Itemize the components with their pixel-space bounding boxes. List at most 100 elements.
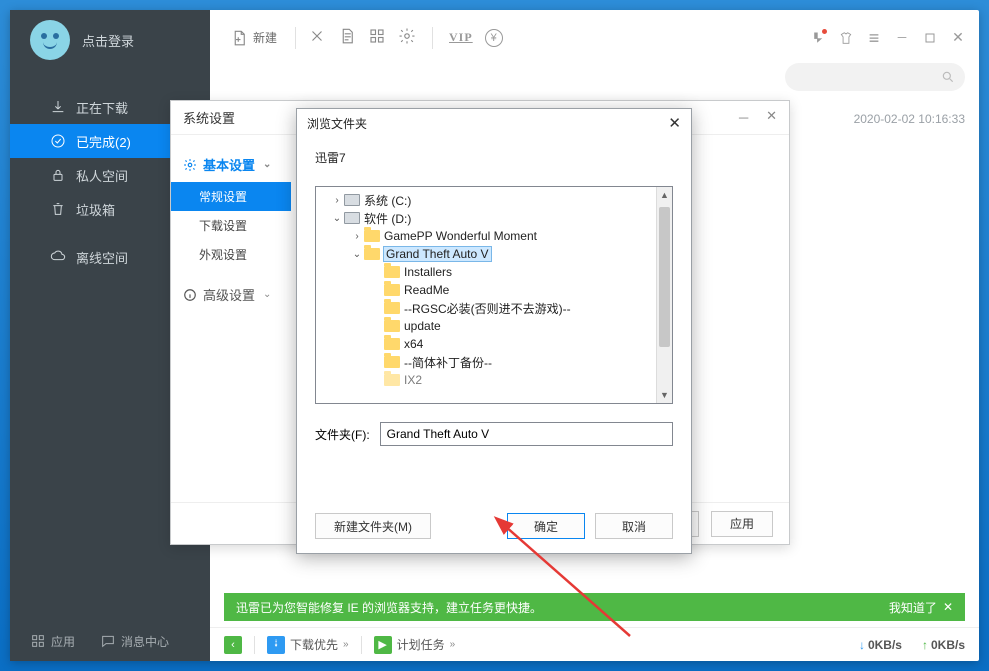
menu-chevron-icon[interactable]: ≡ xyxy=(867,31,881,45)
close-icon[interactable]: ✕ xyxy=(668,114,681,132)
close-icon[interactable]: ✕ xyxy=(766,108,777,127)
cat-label: 高级设置 xyxy=(203,285,255,304)
minimize-icon[interactable]: － xyxy=(895,31,909,45)
sidebar-label: 正在下载 xyxy=(76,98,128,117)
gear-icon[interactable] xyxy=(398,27,416,48)
speed-up-value: 0KB/s xyxy=(931,638,965,652)
maximize-icon[interactable] xyxy=(923,31,937,45)
bottom-msg[interactable]: 消息中心 xyxy=(100,633,169,650)
collapse-icon[interactable]: ⌄ xyxy=(350,249,364,260)
speed-down: ↓0KB/s xyxy=(859,638,902,652)
status-plan-label: 计划任务 xyxy=(397,636,445,653)
tree-label: ReadMe xyxy=(404,283,449,297)
tree-label: --RGSC必装(否则进不去游戏)-- xyxy=(404,300,571,317)
tree-item-rgsc[interactable]: --RGSC必装(否则进不去游戏)-- xyxy=(316,299,672,317)
sidebar-label: 垃圾箱 xyxy=(76,200,115,219)
tree-label: IX2 xyxy=(404,373,422,387)
tree-item-cnpatch[interactable]: --简体补丁备份-- xyxy=(316,353,672,371)
cancel-button[interactable]: 取消 xyxy=(595,513,673,539)
notification-icon[interactable] xyxy=(811,31,825,45)
apply-button[interactable]: 应用 xyxy=(711,511,773,537)
folder-icon xyxy=(384,338,400,350)
up-arrow-icon: ↑ xyxy=(922,638,928,652)
tree-item-more[interactable]: IX2 xyxy=(316,371,672,389)
bottom-apps[interactable]: 应用 xyxy=(30,633,75,650)
new-label: 新建 xyxy=(253,29,277,46)
tree-label: 软件 (D:) xyxy=(364,210,411,227)
settings-sub-download[interactable]: 下载设置 xyxy=(171,211,291,240)
scroll-up-icon[interactable]: ▲ xyxy=(657,187,672,203)
tree-item-installers[interactable]: Installers xyxy=(316,263,672,281)
folder-icon xyxy=(384,356,400,368)
file-date: 2020-02-02 10:16:33 xyxy=(854,112,965,126)
search-input[interactable] xyxy=(785,63,965,91)
gear-icon xyxy=(183,158,197,172)
sidebar-label: 离线空间 xyxy=(76,248,128,267)
ok-button[interactable]: 确定 xyxy=(507,513,585,539)
skin-icon[interactable] xyxy=(839,31,853,45)
grid-icon xyxy=(30,633,46,649)
new-folder-button[interactable]: 新建文件夹(M) xyxy=(315,513,431,539)
yen-icon[interactable]: ¥ xyxy=(485,29,503,47)
tip-ok[interactable]: 我知道了 ✕ xyxy=(889,599,953,616)
folder-icon xyxy=(384,266,400,278)
drive-icon xyxy=(344,194,360,206)
folder-input-row: 文件夹(F): xyxy=(315,422,673,446)
scroll-down-icon[interactable]: ▼ xyxy=(657,387,672,403)
settings-sub-general[interactable]: 常规设置 xyxy=(171,182,291,211)
folder-icon xyxy=(384,284,400,296)
status-dl-priority[interactable]: ⭭ 下载优先 » xyxy=(267,636,349,654)
check-icon xyxy=(50,133,66,149)
trash-icon xyxy=(50,201,66,217)
tree-item-x64[interactable]: x64 xyxy=(316,335,672,353)
collapse-icon[interactable]: ⌄ xyxy=(330,213,344,224)
vip-icon[interactable]: VIP xyxy=(449,30,473,45)
tree-label: Grand Theft Auto V xyxy=(384,247,491,261)
down-arrow-icon: ↓ xyxy=(859,638,865,652)
tree-item-c[interactable]: › 系统 (C:) xyxy=(316,191,672,209)
expand-icon[interactable]: › xyxy=(350,231,364,242)
tree-label: 系统 (C:) xyxy=(364,192,411,209)
chevron-double-icon: » xyxy=(343,639,349,650)
settings-cat-advanced[interactable]: 高级设置 ⌄ xyxy=(171,277,291,312)
scroll-thumb[interactable] xyxy=(659,207,670,347)
new-button[interactable]: 新建 xyxy=(224,25,283,51)
lock-icon xyxy=(50,167,66,183)
bottom-apps-label: 应用 xyxy=(51,633,75,650)
settings-sub-appearance[interactable]: 外观设置 xyxy=(171,240,291,269)
minimize-icon[interactable]: － xyxy=(737,108,750,127)
avatar xyxy=(30,20,70,60)
close-icon[interactable]: ✕ xyxy=(943,600,953,614)
tree-item-update[interactable]: update xyxy=(316,317,672,335)
chevron-double-icon: » xyxy=(450,639,456,650)
tree-item-readme[interactable]: ReadMe xyxy=(316,281,672,299)
expand-icon[interactable]: › xyxy=(330,195,344,206)
tree-label: x64 xyxy=(404,337,423,351)
grid-icon[interactable] xyxy=(368,27,386,48)
sidebar-label: 私人空间 xyxy=(76,166,128,185)
chevron-down-icon: ⌄ xyxy=(263,159,271,170)
folder-input[interactable] xyxy=(380,422,673,446)
tree-item-gamepp[interactable]: › GamePP Wonderful Moment xyxy=(316,227,672,245)
sidebar-bottom: 应用 消息中心 xyxy=(10,621,210,661)
new-file-icon xyxy=(230,29,248,47)
close-icon[interactable]: ✕ xyxy=(951,31,965,45)
status-plan[interactable]: ▶ 计划任务 » xyxy=(374,636,456,654)
tree-label: GamePP Wonderful Moment xyxy=(384,229,537,243)
tree-label: --简体补丁备份-- xyxy=(404,354,492,371)
folder-icon xyxy=(384,302,400,314)
tree-item-gta[interactable]: ⌄ Grand Theft Auto V xyxy=(316,245,672,263)
settings-cat-basic[interactable]: 基本设置 ⌄ xyxy=(171,147,291,182)
status-chip-left[interactable]: ‹ xyxy=(224,636,242,654)
folder-label: 文件夹(F): xyxy=(315,426,370,443)
file-icon[interactable] xyxy=(338,27,356,48)
sidebar-login[interactable]: 点击登录 xyxy=(10,10,210,70)
dialog-titlebar: 浏览文件夹 ✕ xyxy=(297,109,691,137)
tree-item-d[interactable]: ⌄ 软件 (D:) xyxy=(316,209,672,227)
folder-tree[interactable]: ▲ ▼ › 系统 (C:) ⌄ 软件 (D:) › GamePP Wonderful … xyxy=(315,186,673,404)
cat-label: 基本设置 xyxy=(203,155,255,174)
login-label: 点击登录 xyxy=(82,31,134,50)
delete-icon[interactable] xyxy=(308,27,326,48)
dialog-subtitle: 迅雷7 xyxy=(297,137,691,172)
play-icon: ▶ xyxy=(374,636,392,654)
